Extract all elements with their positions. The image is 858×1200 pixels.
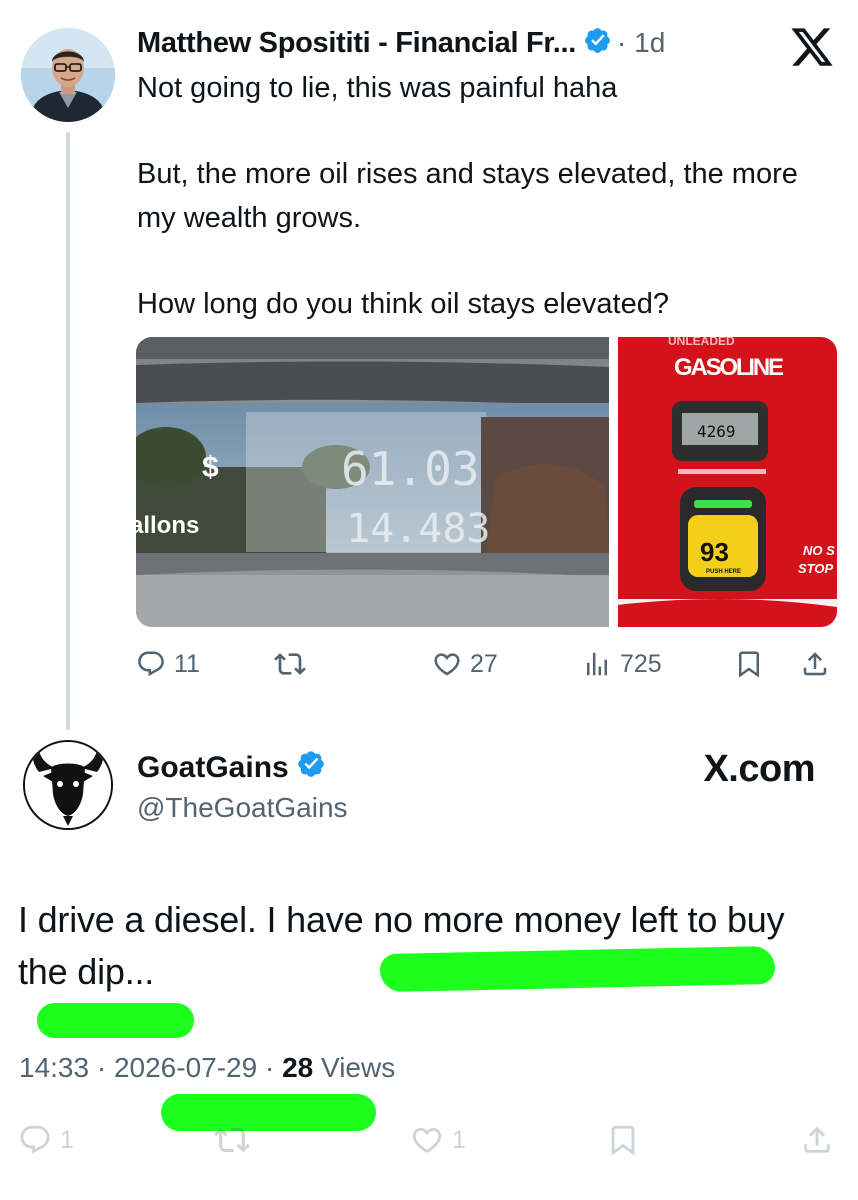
share-icon bbox=[804, 1126, 830, 1153]
goat-logo-icon bbox=[25, 742, 111, 828]
tweet-body: Not going to lie, this was painful haha … bbox=[137, 66, 827, 368]
bookmark-button[interactable] bbox=[734, 644, 764, 684]
tweet-paragraph: But, the more oil rises and stays elevat… bbox=[137, 158, 798, 234]
brand-watermark: X.com bbox=[703, 748, 815, 790]
author-avatar[interactable] bbox=[21, 28, 115, 122]
tweet-paragraph: Not going to lie, this was painful haha bbox=[137, 72, 618, 104]
pump-gallon-readout: 14.483 bbox=[346, 506, 491, 552]
reply-button[interactable]: 11 bbox=[136, 644, 200, 684]
retweet-button[interactable] bbox=[274, 644, 306, 684]
pump-unleaded-label: UNLEADED bbox=[668, 337, 735, 348]
reply-button[interactable]: 1 bbox=[18, 1120, 74, 1160]
tweet-paragraph: How long do you think oil stays elevated… bbox=[137, 288, 669, 320]
views-chart-icon bbox=[587, 652, 607, 676]
person-avatar-image bbox=[21, 28, 115, 122]
reply-author-name[interactable]: GoatGains bbox=[137, 751, 289, 785]
reply-date[interactable]: 2026-07-29 bbox=[114, 1052, 257, 1083]
reply-views-label: Views bbox=[321, 1052, 396, 1083]
reply-icon bbox=[20, 1125, 50, 1154]
reply-views-count: 28 bbox=[282, 1052, 314, 1083]
pump-display-photo[interactable]: $ allons 61.03 14.483 bbox=[136, 337, 609, 627]
reply-time[interactable]: 14:33 bbox=[19, 1052, 89, 1083]
bookmark-icon bbox=[739, 651, 759, 678]
goat-avatar[interactable] bbox=[23, 740, 113, 830]
pump-dollar-label: $ bbox=[202, 451, 219, 484]
like-count: 27 bbox=[470, 649, 498, 678]
pump-dollar-readout: 61.03 bbox=[341, 442, 479, 496]
pump-octane-label: 93 bbox=[700, 537, 729, 567]
heart-icon bbox=[412, 1127, 442, 1153]
green-highlight-mark bbox=[37, 1003, 194, 1038]
pump-gallons-label: allons bbox=[136, 512, 199, 539]
bookmark-icon bbox=[611, 1125, 635, 1156]
share-button[interactable] bbox=[800, 644, 830, 684]
thread-connector-line bbox=[66, 132, 70, 730]
heart-icon bbox=[434, 653, 460, 676]
pump-side-label: NO S bbox=[803, 543, 835, 558]
reply-count: 11 bbox=[174, 649, 200, 678]
views-button[interactable]: 725 bbox=[582, 644, 662, 684]
pump-side-label: STOP bbox=[798, 561, 833, 576]
like-button[interactable]: 1 bbox=[410, 1120, 466, 1160]
author-name[interactable]: Matthew Sposititi - Financial Fr... bbox=[137, 27, 576, 60]
reply-actions: 1 1 bbox=[18, 1120, 838, 1160]
post-time[interactable]: · 1d bbox=[617, 27, 665, 59]
retweet-button[interactable] bbox=[214, 1120, 250, 1160]
bookmark-button[interactable] bbox=[606, 1120, 640, 1160]
reply-author-handle[interactable]: @TheGoatGains bbox=[137, 792, 348, 824]
x-logo-icon bbox=[788, 24, 836, 70]
gasoline-pump-photo[interactable]: UNLEADED GASOLINE 4269 93 PUSH HERE NO S… bbox=[618, 337, 837, 627]
views-count: 725 bbox=[620, 649, 662, 678]
pump-gasoline-label: GASOLINE bbox=[674, 354, 784, 381]
retweet-icon bbox=[274, 653, 306, 675]
share-button[interactable] bbox=[800, 1120, 834, 1160]
reply-count: 1 bbox=[60, 1125, 74, 1154]
verified-badge-icon bbox=[296, 749, 326, 787]
like-count: 1 bbox=[452, 1125, 466, 1154]
pump-push-here: PUSH HERE bbox=[706, 569, 741, 575]
pump-price-readout: 4269 bbox=[697, 422, 736, 441]
retweet-icon bbox=[214, 1127, 250, 1153]
share-icon bbox=[803, 652, 827, 676]
reply-icon bbox=[138, 651, 164, 677]
tweet-actions: 11 27 725 bbox=[136, 644, 836, 684]
reply-body: I drive a diesel. I have no more money l… bbox=[18, 899, 785, 992]
verified-badge-icon bbox=[583, 26, 612, 60]
reply-meta: 14:33 · 2026-07-29 · 28 Views bbox=[19, 1052, 396, 1083]
tweet-header: Matthew Sposititi - Financial Fr... · 1d bbox=[137, 25, 665, 61]
like-button[interactable]: 27 bbox=[432, 644, 498, 684]
reply-author-name-row: GoatGains bbox=[137, 749, 326, 787]
